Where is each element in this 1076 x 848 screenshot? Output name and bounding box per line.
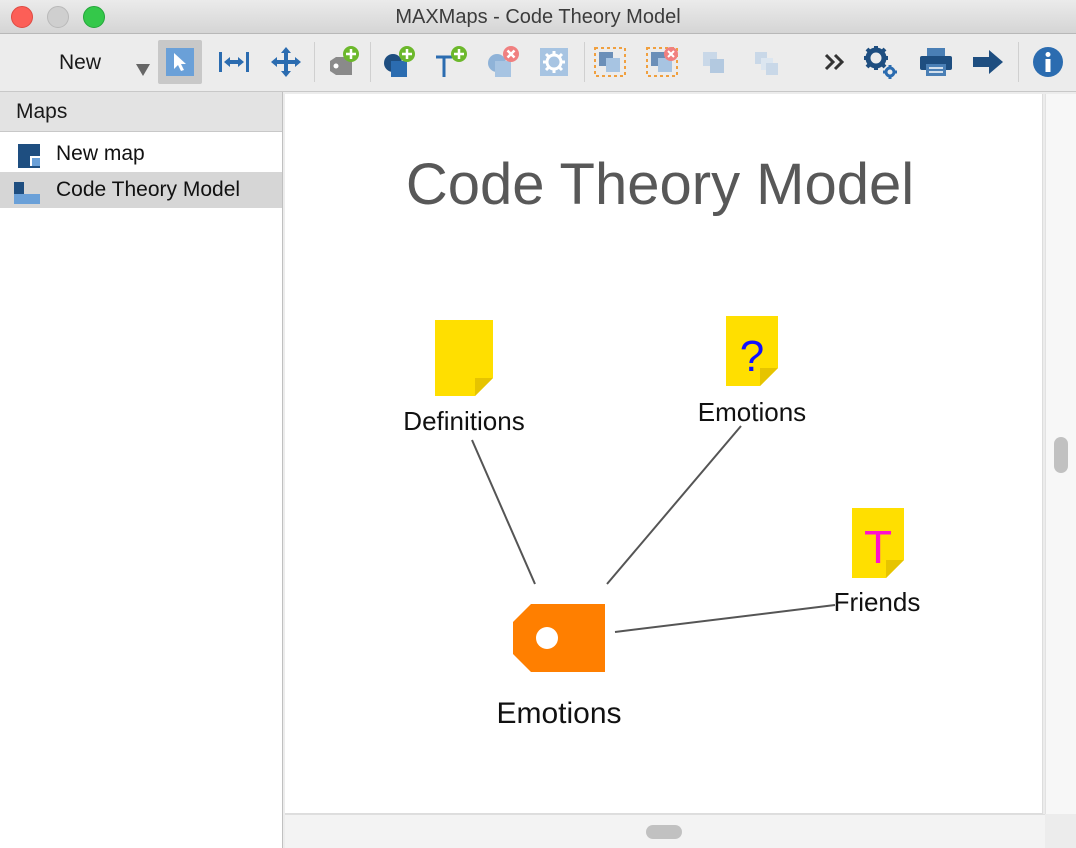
code-emotions[interactable] bbox=[513, 604, 605, 672]
title-bar: MAXMaps - Code Theory Model bbox=[0, 0, 1076, 34]
info-button[interactable] bbox=[1026, 40, 1070, 84]
ungroup-button[interactable] bbox=[640, 40, 684, 84]
ungroup-icon bbox=[646, 47, 678, 77]
vertical-scroll-thumb[interactable] bbox=[1054, 437, 1068, 473]
sidebar-item-new-map[interactable]: New map bbox=[0, 136, 282, 172]
toolbar-separator bbox=[1018, 42, 1019, 82]
map-canvas-area: Code Theory Model Definitions ? Emotions bbox=[285, 92, 1076, 848]
fit-width-button[interactable] bbox=[212, 40, 256, 84]
remove-shape-icon bbox=[488, 46, 519, 77]
toolbar-separator bbox=[370, 42, 371, 82]
print-icon bbox=[920, 48, 952, 76]
text-memo-icon: T bbox=[863, 521, 893, 573]
horizontal-scrollbar[interactable] bbox=[285, 814, 1045, 848]
node-label-definitions[interactable]: Definitions bbox=[403, 406, 524, 437]
export-arrow-icon bbox=[973, 50, 1003, 74]
code-tag-icon bbox=[513, 604, 605, 672]
node-label-emotions-memo[interactable]: Emotions bbox=[698, 397, 806, 428]
vertical-scrollbar[interactable] bbox=[1045, 94, 1076, 814]
sidebar-item-label: New map bbox=[56, 142, 145, 165]
node-label-emotions-code[interactable]: Emotions bbox=[496, 697, 621, 731]
more-chevron-button[interactable] bbox=[814, 40, 858, 84]
memo-definitions[interactable] bbox=[435, 320, 493, 396]
bring-front-button[interactable] bbox=[692, 40, 736, 84]
toolbar: New bbox=[0, 34, 1076, 92]
add-code-icon bbox=[330, 46, 359, 75]
send-back-button[interactable] bbox=[744, 40, 788, 84]
fit-width-icon bbox=[219, 52, 249, 72]
move-icon bbox=[271, 47, 301, 77]
export-button[interactable] bbox=[966, 40, 1010, 84]
gears-button[interactable] bbox=[858, 40, 902, 84]
window-title: MAXMaps - Code Theory Model bbox=[395, 6, 681, 28]
group-icon bbox=[594, 47, 626, 77]
new-dropdown-caret-icon[interactable] bbox=[136, 64, 150, 76]
add-text-icon bbox=[436, 46, 467, 77]
horizontal-scroll-thumb[interactable] bbox=[646, 825, 682, 839]
group-button[interactable] bbox=[588, 40, 632, 84]
map-icon bbox=[18, 144, 40, 168]
bring-front-icon bbox=[703, 52, 724, 73]
add-code-button[interactable] bbox=[320, 40, 364, 84]
memo-emotions[interactable]: ? bbox=[726, 316, 778, 386]
connection-lines bbox=[471, 425, 836, 633]
select-pointer-icon bbox=[166, 48, 194, 76]
link-definitions-emotions bbox=[471, 439, 536, 585]
memo-friends[interactable]: T bbox=[852, 508, 904, 578]
more-chevron-icon bbox=[824, 53, 845, 71]
select-pointer-button[interactable] bbox=[158, 40, 202, 84]
sidebar-item-code-theory-model[interactable]: Code Theory Model bbox=[0, 172, 282, 208]
settings-button[interactable] bbox=[532, 40, 576, 84]
toolbar-separator bbox=[584, 42, 585, 82]
gears-icon bbox=[864, 46, 897, 79]
send-back-icon bbox=[755, 52, 778, 75]
map-canvas[interactable]: Code Theory Model Definitions ? Emotions bbox=[285, 94, 1043, 814]
remove-shape-button[interactable] bbox=[480, 40, 524, 84]
toolbar-separator bbox=[314, 42, 315, 82]
maps-sidebar: Maps New map Code Theory Model bbox=[0, 92, 283, 848]
move-button[interactable] bbox=[264, 40, 308, 84]
map-icon bbox=[14, 182, 40, 204]
sidebar-item-label: Code Theory Model bbox=[56, 178, 241, 201]
settings-icon bbox=[540, 48, 568, 76]
add-shape-button[interactable] bbox=[376, 40, 420, 84]
question-mark-icon: ? bbox=[739, 332, 765, 381]
link-emotions-memo-emotions bbox=[606, 425, 742, 585]
new-button[interactable]: New bbox=[30, 48, 130, 78]
memo-icon bbox=[435, 320, 493, 396]
node-label-friends[interactable]: Friends bbox=[834, 587, 921, 618]
sidebar-header: Maps bbox=[0, 92, 282, 132]
add-text-button[interactable] bbox=[428, 40, 472, 84]
info-icon bbox=[1033, 47, 1063, 77]
add-shape-icon bbox=[384, 46, 415, 77]
print-button[interactable] bbox=[914, 40, 958, 84]
link-friends-emotions bbox=[614, 604, 836, 633]
